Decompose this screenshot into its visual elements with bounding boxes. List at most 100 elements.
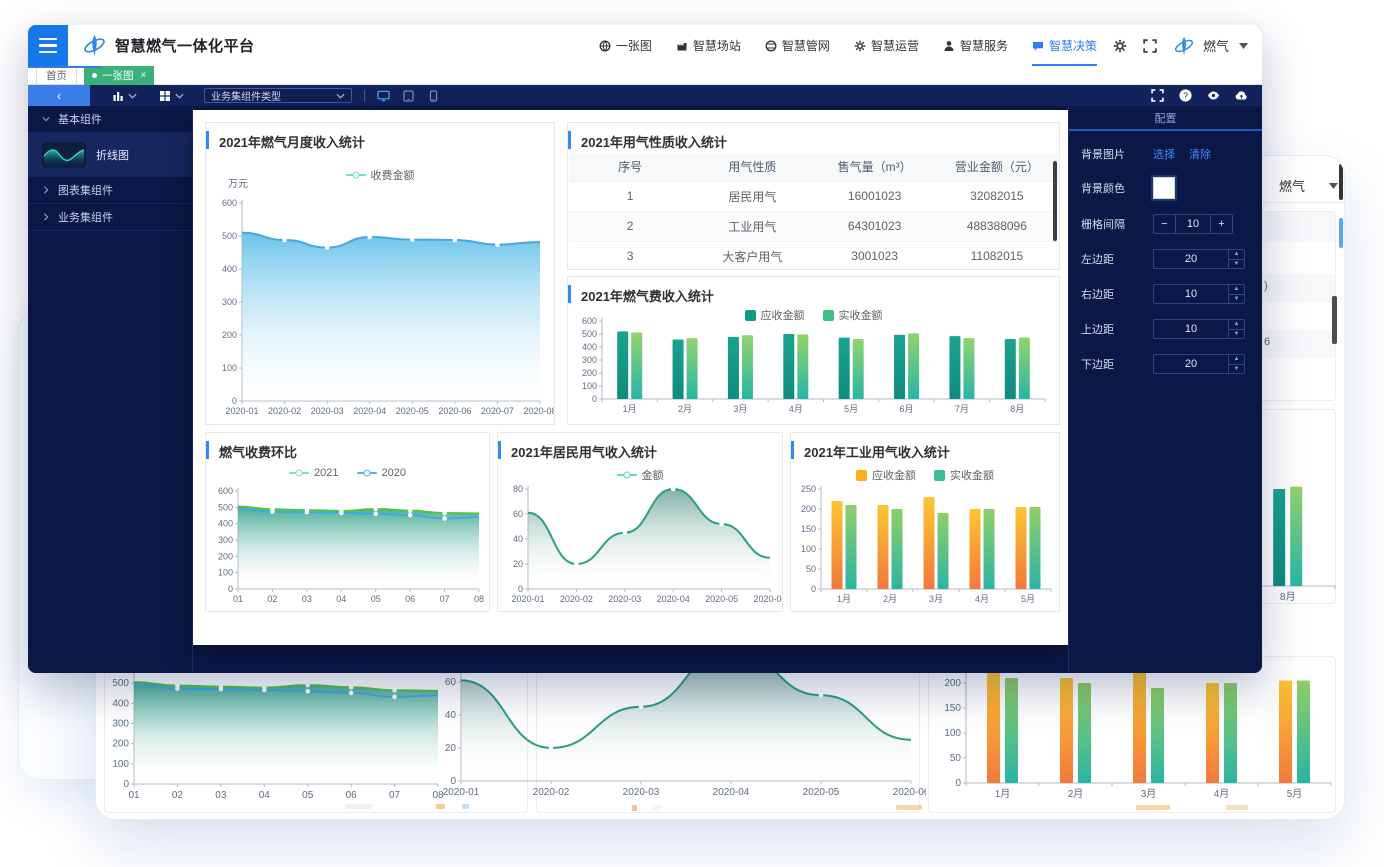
widget-components-menu[interactable] <box>159 90 184 102</box>
desktop-preview-icon[interactable] <box>377 90 390 102</box>
nav-item-0[interactable]: 一张图 <box>599 25 652 66</box>
legend-marker-icon <box>856 470 867 481</box>
margin-top-row: 上边距 10 ▲▼ <box>1081 319 1250 339</box>
nav-item-1[interactable]: 智慧场站 <box>676 25 741 66</box>
chevron-down-icon <box>1329 183 1338 189</box>
spin-down-icon[interactable]: ▼ <box>1229 295 1244 304</box>
resident-income-card[interactable]: 2021年居民用气收入统计 金额 0204060802020-012020-02… <box>497 432 783 612</box>
grid-gap-stepper: − 10 + <box>1153 214 1233 234</box>
close-icon[interactable]: × <box>141 70 147 81</box>
spin-down-icon[interactable]: ▼ <box>1229 260 1244 269</box>
svg-text:8月: 8月 <box>1280 591 1296 603</box>
phone-preview-icon[interactable] <box>427 90 440 102</box>
tablet-preview-icon[interactable] <box>402 90 415 102</box>
svg-text:2020-04: 2020-04 <box>713 787 750 798</box>
fee-income-card[interactable]: 2021年燃气费收入统计 应收金额实收金额 010020030040050060… <box>567 276 1060 425</box>
spin-up-icon[interactable]: ▲ <box>1229 355 1244 365</box>
sidebar-item-line-chart[interactable]: 折线图 <box>28 133 192 177</box>
svg-text:07: 07 <box>440 594 450 604</box>
bg-user-menu[interactable]: 燃气 <box>1279 176 1338 195</box>
config-panel: 配置 背景图片 选择 清除 背景颜色 栅格间隔 − 10 + 左边距 <box>1068 106 1262 673</box>
svg-text:0: 0 <box>450 776 456 787</box>
usage-type-table-card[interactable]: 2021年用气性质收入统计 序号用气性质售气量（m³）营业金额（元） 1居民用气… <box>567 122 1060 270</box>
fee-income-chart: 01002003004005006001月2月3月4月5月6月7月8月 <box>570 313 1057 426</box>
active-indicator <box>28 66 102 68</box>
monthly-income-card[interactable]: 2021年燃气月度收入统计 万元 收费金额 010020030040050060… <box>205 122 555 425</box>
preview-eye-icon[interactable] <box>1207 89 1220 102</box>
nav-item-5[interactable]: 智慧决策 <box>1032 25 1097 66</box>
svg-text:2020-05: 2020-05 <box>705 594 738 604</box>
svg-text:07: 07 <box>389 790 401 801</box>
bar-chart-icon <box>112 90 124 102</box>
nav-item-3[interactable]: 智慧运营 <box>854 25 919 66</box>
chart-legend[interactable]: 收费金额 <box>206 167 554 183</box>
legend-label: 2020 <box>382 467 406 479</box>
section-label: 基本组件 <box>58 111 102 127</box>
table-row[interactable]: 2工业用气64301023488388096 <box>569 211 1058 241</box>
svg-text:500: 500 <box>218 502 233 512</box>
spin-down-icon[interactable]: ▼ <box>1229 365 1244 374</box>
chevron-down-icon[interactable] <box>1239 43 1248 49</box>
cloud-publish-icon[interactable] <box>1235 89 1248 102</box>
component-type-select[interactable]: 业务集组件类型 <box>204 88 352 103</box>
menu-toggle-button[interactable] <box>28 25 68 66</box>
margin-left-value[interactable]: 20 <box>1154 250 1228 268</box>
industry-income-card[interactable]: 2021年工业用气收入统计 应收金额实收金额 0501001502002501月… <box>790 432 1060 612</box>
legend-item[interactable]: 收费金额 <box>346 167 415 183</box>
nav-label: 智慧决策 <box>1049 37 1097 54</box>
spin-up-icon[interactable]: ▲ <box>1229 320 1244 330</box>
chart-legend[interactable]: 2021 2020 <box>206 467 489 479</box>
spin-up-icon[interactable]: ▲ <box>1229 285 1244 295</box>
minus-button[interactable]: − <box>1154 215 1176 233</box>
plus-button[interactable]: + <box>1210 215 1232 233</box>
svg-text:250: 250 <box>801 484 816 494</box>
divider <box>1263 202 1345 203</box>
svg-text:2020-05: 2020-05 <box>396 406 429 416</box>
nav-item-4[interactable]: 智慧服务 <box>943 25 1008 66</box>
margin-top-value[interactable]: 10 <box>1154 320 1228 338</box>
scrollbar[interactable] <box>1332 296 1337 344</box>
sidebar-section-chart-set[interactable]: 图表集组件 <box>28 177 192 204</box>
back-button[interactable]: ‹ <box>28 85 90 106</box>
sidebar-section-basic[interactable]: 基本组件 <box>28 106 192 133</box>
grid-gap-value[interactable]: 10 <box>1176 215 1210 233</box>
svg-text:06: 06 <box>346 790 358 801</box>
legend-item[interactable]: 2021 <box>289 467 338 479</box>
spin-down-icon[interactable]: ▼ <box>1229 330 1244 339</box>
nav-item-2[interactable]: 智慧管网 <box>765 25 830 66</box>
table-cell: 3001023 <box>814 241 936 268</box>
table-row[interactable]: 1居民用气1600102332082015 <box>569 181 1058 211</box>
bg-image-clear-link[interactable]: 清除 <box>1189 146 1211 162</box>
table-row[interactable]: 3大客户用气300102311082015 <box>569 241 1058 268</box>
bg-color-swatch[interactable] <box>1153 177 1175 199</box>
legend-marker-icon <box>289 472 309 474</box>
user-name[interactable]: 燃气 <box>1203 36 1229 55</box>
settings-gear-icon[interactable] <box>1113 39 1127 53</box>
chart-components-menu[interactable] <box>112 90 137 102</box>
svg-text:100: 100 <box>112 759 129 770</box>
svg-text:2月: 2月 <box>678 404 692 414</box>
scrollbar[interactable] <box>1053 161 1057 241</box>
svg-text:3月: 3月 <box>733 404 747 414</box>
fee-mom-card[interactable]: 燃气收费环比 20212020 010020030040050060001020… <box>205 432 490 612</box>
fullscreen-icon[interactable] <box>1143 39 1157 53</box>
help-icon[interactable]: ? <box>1179 89 1192 102</box>
fullscreen-icon[interactable] <box>1151 89 1164 102</box>
tab-one-map[interactable]: 一张图 × <box>84 66 154 85</box>
scrollbar[interactable] <box>1339 164 1343 200</box>
margin-bottom-value[interactable]: 20 <box>1154 355 1228 373</box>
svg-text:2020-04: 2020-04 <box>353 406 386 416</box>
bg-image-select-link[interactable]: 选择 <box>1153 146 1175 162</box>
svg-text:0: 0 <box>955 778 961 789</box>
svg-text:03: 03 <box>302 594 312 604</box>
svg-text:60: 60 <box>513 509 523 519</box>
spin-up-icon[interactable]: ▲ <box>1229 250 1244 260</box>
tab-home[interactable]: 首页 <box>36 66 77 85</box>
scrollbar[interactable] <box>1339 218 1343 248</box>
legend-item[interactable]: 2020 <box>357 467 406 479</box>
user-avatar-logo-icon[interactable] <box>1173 35 1195 57</box>
margin-right-value[interactable]: 10 <box>1154 285 1228 303</box>
field-label: 右边距 <box>1081 286 1153 302</box>
sidebar-section-business-set[interactable]: 业务集组件 <box>28 204 192 231</box>
chevron-right-icon <box>42 213 50 221</box>
